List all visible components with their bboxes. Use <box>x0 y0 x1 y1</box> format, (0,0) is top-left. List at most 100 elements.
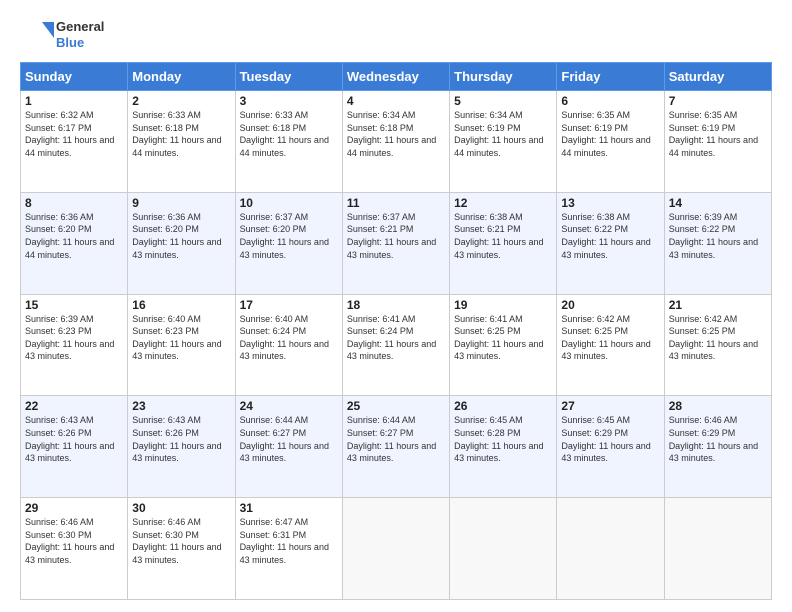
cell-info: Sunrise: 6:46 AMSunset: 6:30 PMDaylight:… <box>132 517 221 565</box>
day-number: 12 <box>454 196 552 210</box>
day-number: 11 <box>347 196 445 210</box>
calendar-header-row: SundayMondayTuesdayWednesdayThursdayFrid… <box>21 63 772 91</box>
calendar-cell: 28 Sunrise: 6:46 AMSunset: 6:29 PMDaylig… <box>664 396 771 498</box>
day-number: 18 <box>347 298 445 312</box>
cell-info: Sunrise: 6:47 AMSunset: 6:31 PMDaylight:… <box>240 517 329 565</box>
calendar-cell: 2 Sunrise: 6:33 AMSunset: 6:18 PMDayligh… <box>128 91 235 193</box>
calendar-week-4: 22 Sunrise: 6:43 AMSunset: 6:26 PMDaylig… <box>21 396 772 498</box>
calendar-cell: 29 Sunrise: 6:46 AMSunset: 6:30 PMDaylig… <box>21 498 128 600</box>
day-number: 10 <box>240 196 338 210</box>
cell-info: Sunrise: 6:43 AMSunset: 6:26 PMDaylight:… <box>25 415 114 463</box>
day-number: 4 <box>347 94 445 108</box>
calendar-cell: 17 Sunrise: 6:40 AMSunset: 6:24 PMDaylig… <box>235 294 342 396</box>
day-number: 17 <box>240 298 338 312</box>
day-number: 8 <box>25 196 123 210</box>
calendar-cell: 9 Sunrise: 6:36 AMSunset: 6:20 PMDayligh… <box>128 192 235 294</box>
calendar-week-2: 8 Sunrise: 6:36 AMSunset: 6:20 PMDayligh… <box>21 192 772 294</box>
calendar-cell: 23 Sunrise: 6:43 AMSunset: 6:26 PMDaylig… <box>128 396 235 498</box>
cell-info: Sunrise: 6:36 AMSunset: 6:20 PMDaylight:… <box>132 212 221 260</box>
calendar-cell <box>450 498 557 600</box>
cell-info: Sunrise: 6:38 AMSunset: 6:21 PMDaylight:… <box>454 212 543 260</box>
calendar-table: SundayMondayTuesdayWednesdayThursdayFrid… <box>20 62 772 600</box>
day-header-sunday: Sunday <box>21 63 128 91</box>
day-number: 1 <box>25 94 123 108</box>
day-header-thursday: Thursday <box>450 63 557 91</box>
cell-info: Sunrise: 6:34 AMSunset: 6:18 PMDaylight:… <box>347 110 436 158</box>
day-number: 27 <box>561 399 659 413</box>
cell-info: Sunrise: 6:41 AMSunset: 6:24 PMDaylight:… <box>347 314 436 362</box>
calendar-cell: 5 Sunrise: 6:34 AMSunset: 6:19 PMDayligh… <box>450 91 557 193</box>
day-number: 30 <box>132 501 230 515</box>
cell-info: Sunrise: 6:40 AMSunset: 6:23 PMDaylight:… <box>132 314 221 362</box>
cell-info: Sunrise: 6:44 AMSunset: 6:27 PMDaylight:… <box>240 415 329 463</box>
calendar-cell: 12 Sunrise: 6:38 AMSunset: 6:21 PMDaylig… <box>450 192 557 294</box>
day-number: 19 <box>454 298 552 312</box>
cell-info: Sunrise: 6:37 AMSunset: 6:20 PMDaylight:… <box>240 212 329 260</box>
calendar-cell: 18 Sunrise: 6:41 AMSunset: 6:24 PMDaylig… <box>342 294 449 396</box>
cell-info: Sunrise: 6:34 AMSunset: 6:19 PMDaylight:… <box>454 110 543 158</box>
day-number: 25 <box>347 399 445 413</box>
cell-info: Sunrise: 6:37 AMSunset: 6:21 PMDaylight:… <box>347 212 436 260</box>
cell-info: Sunrise: 6:45 AMSunset: 6:29 PMDaylight:… <box>561 415 650 463</box>
calendar-cell: 6 Sunrise: 6:35 AMSunset: 6:19 PMDayligh… <box>557 91 664 193</box>
cell-info: Sunrise: 6:35 AMSunset: 6:19 PMDaylight:… <box>561 110 650 158</box>
day-number: 7 <box>669 94 767 108</box>
day-number: 21 <box>669 298 767 312</box>
day-header-monday: Monday <box>128 63 235 91</box>
logo-text: General Blue <box>56 19 104 50</box>
calendar-cell: 3 Sunrise: 6:33 AMSunset: 6:18 PMDayligh… <box>235 91 342 193</box>
day-number: 24 <box>240 399 338 413</box>
cell-info: Sunrise: 6:33 AMSunset: 6:18 PMDaylight:… <box>132 110 221 158</box>
calendar-cell: 20 Sunrise: 6:42 AMSunset: 6:25 PMDaylig… <box>557 294 664 396</box>
calendar-cell: 8 Sunrise: 6:36 AMSunset: 6:20 PMDayligh… <box>21 192 128 294</box>
calendar-week-5: 29 Sunrise: 6:46 AMSunset: 6:30 PMDaylig… <box>21 498 772 600</box>
day-header-friday: Friday <box>557 63 664 91</box>
calendar-week-3: 15 Sunrise: 6:39 AMSunset: 6:23 PMDaylig… <box>21 294 772 396</box>
day-number: 26 <box>454 399 552 413</box>
calendar-cell: 26 Sunrise: 6:45 AMSunset: 6:28 PMDaylig… <box>450 396 557 498</box>
calendar-cell: 25 Sunrise: 6:44 AMSunset: 6:27 PMDaylig… <box>342 396 449 498</box>
day-number: 14 <box>669 196 767 210</box>
day-number: 9 <box>132 196 230 210</box>
day-number: 31 <box>240 501 338 515</box>
cell-info: Sunrise: 6:35 AMSunset: 6:19 PMDaylight:… <box>669 110 758 158</box>
header: General Blue <box>20 18 772 52</box>
day-number: 3 <box>240 94 338 108</box>
page: General Blue SundayMondayTuesdayWednesda… <box>0 0 792 612</box>
calendar-cell: 14 Sunrise: 6:39 AMSunset: 6:22 PMDaylig… <box>664 192 771 294</box>
calendar-cell: 21 Sunrise: 6:42 AMSunset: 6:25 PMDaylig… <box>664 294 771 396</box>
day-header-saturday: Saturday <box>664 63 771 91</box>
calendar-cell: 10 Sunrise: 6:37 AMSunset: 6:20 PMDaylig… <box>235 192 342 294</box>
calendar-cell: 16 Sunrise: 6:40 AMSunset: 6:23 PMDaylig… <box>128 294 235 396</box>
calendar-cell: 19 Sunrise: 6:41 AMSunset: 6:25 PMDaylig… <box>450 294 557 396</box>
calendar-cell: 13 Sunrise: 6:38 AMSunset: 6:22 PMDaylig… <box>557 192 664 294</box>
calendar-cell: 24 Sunrise: 6:44 AMSunset: 6:27 PMDaylig… <box>235 396 342 498</box>
cell-info: Sunrise: 6:44 AMSunset: 6:27 PMDaylight:… <box>347 415 436 463</box>
cell-info: Sunrise: 6:36 AMSunset: 6:20 PMDaylight:… <box>25 212 114 260</box>
cell-info: Sunrise: 6:45 AMSunset: 6:28 PMDaylight:… <box>454 415 543 463</box>
calendar-cell: 22 Sunrise: 6:43 AMSunset: 6:26 PMDaylig… <box>21 396 128 498</box>
cell-info: Sunrise: 6:40 AMSunset: 6:24 PMDaylight:… <box>240 314 329 362</box>
calendar-cell: 7 Sunrise: 6:35 AMSunset: 6:19 PMDayligh… <box>664 91 771 193</box>
day-number: 5 <box>454 94 552 108</box>
logo-graphic <box>20 18 54 52</box>
day-number: 16 <box>132 298 230 312</box>
cell-info: Sunrise: 6:32 AMSunset: 6:17 PMDaylight:… <box>25 110 114 158</box>
cell-info: Sunrise: 6:46 AMSunset: 6:30 PMDaylight:… <box>25 517 114 565</box>
day-number: 23 <box>132 399 230 413</box>
day-number: 2 <box>132 94 230 108</box>
day-header-wednesday: Wednesday <box>342 63 449 91</box>
calendar-cell: 30 Sunrise: 6:46 AMSunset: 6:30 PMDaylig… <box>128 498 235 600</box>
calendar-cell: 11 Sunrise: 6:37 AMSunset: 6:21 PMDaylig… <box>342 192 449 294</box>
calendar-cell <box>557 498 664 600</box>
day-number: 13 <box>561 196 659 210</box>
day-number: 22 <box>25 399 123 413</box>
calendar-cell: 4 Sunrise: 6:34 AMSunset: 6:18 PMDayligh… <box>342 91 449 193</box>
day-number: 15 <box>25 298 123 312</box>
cell-info: Sunrise: 6:46 AMSunset: 6:29 PMDaylight:… <box>669 415 758 463</box>
calendar-cell: 15 Sunrise: 6:39 AMSunset: 6:23 PMDaylig… <box>21 294 128 396</box>
cell-info: Sunrise: 6:39 AMSunset: 6:22 PMDaylight:… <box>669 212 758 260</box>
cell-info: Sunrise: 6:42 AMSunset: 6:25 PMDaylight:… <box>669 314 758 362</box>
day-number: 29 <box>25 501 123 515</box>
cell-info: Sunrise: 6:42 AMSunset: 6:25 PMDaylight:… <box>561 314 650 362</box>
